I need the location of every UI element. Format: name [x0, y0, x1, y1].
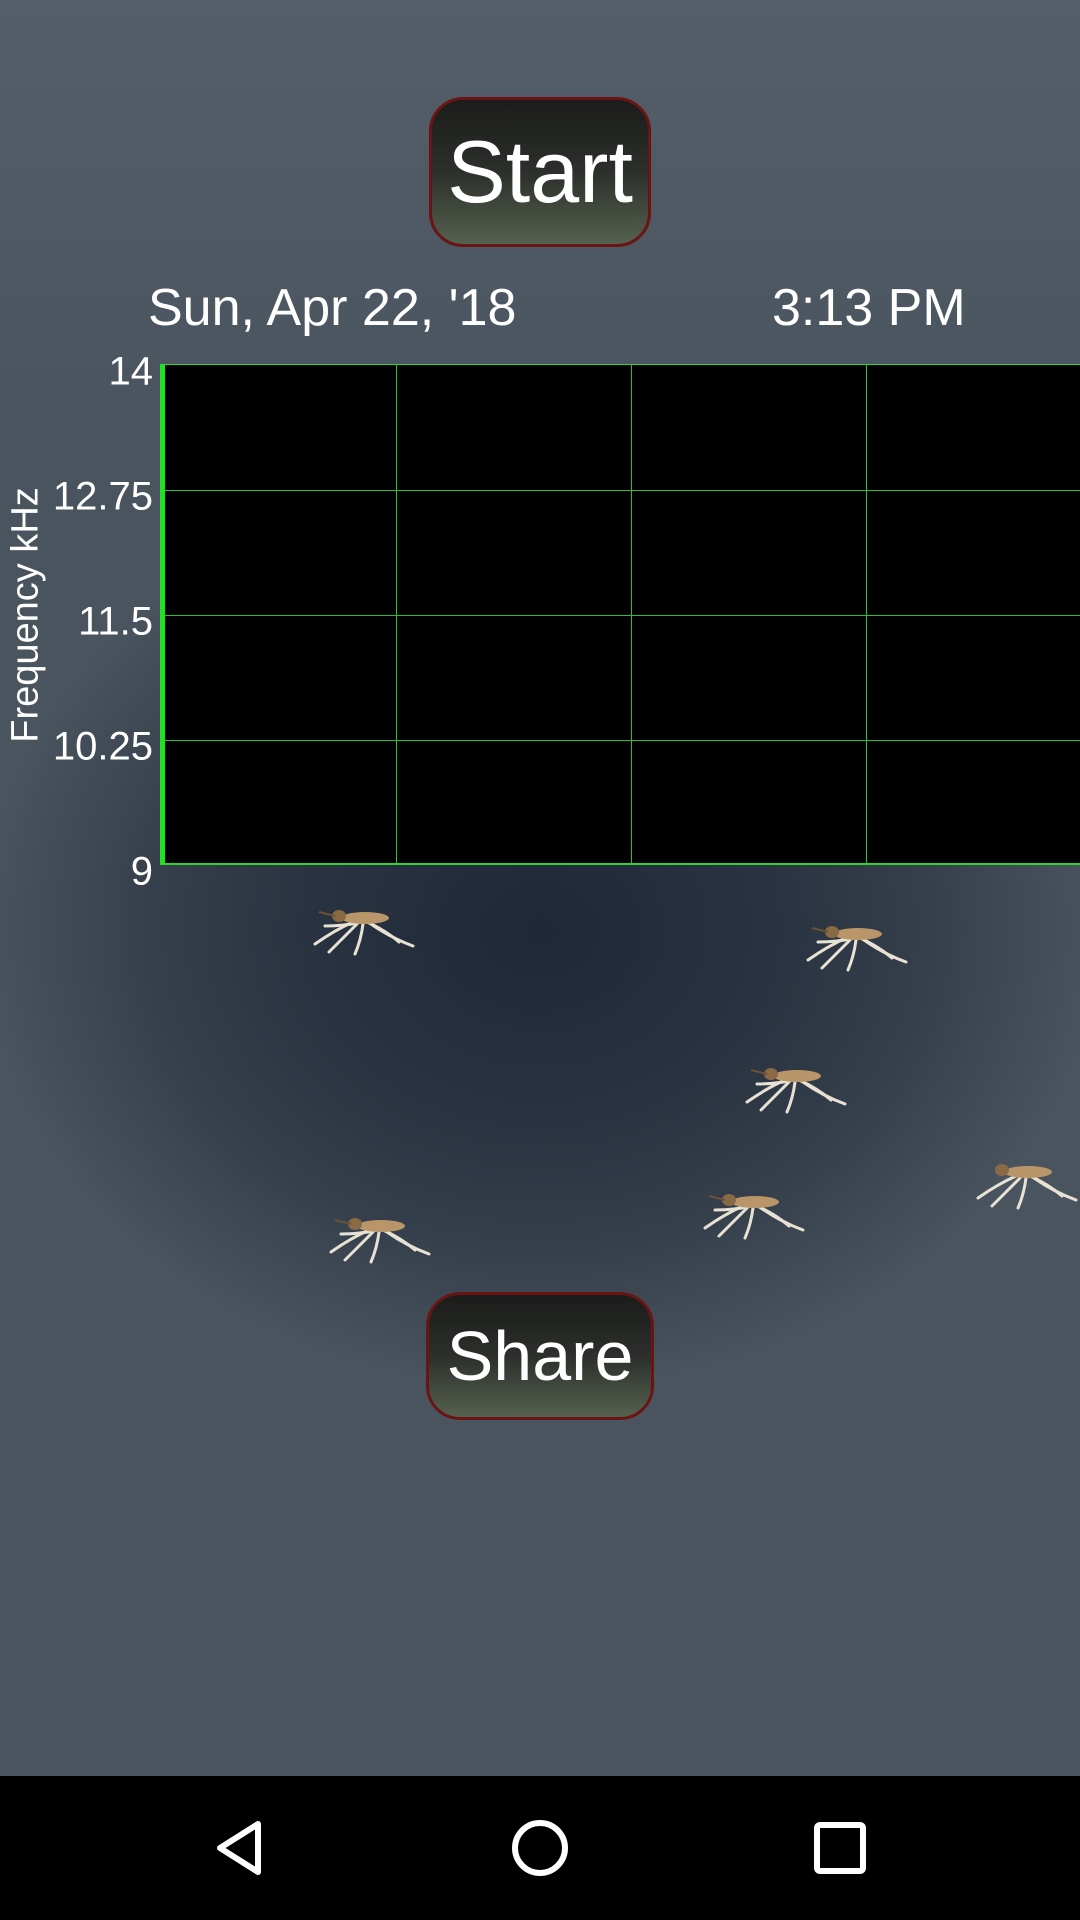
mosquito-icon: [329, 1218, 431, 1264]
back-icon: [217, 1821, 261, 1875]
mosquito-icon: [313, 910, 415, 956]
y-tick-label: 11.5: [78, 599, 153, 644]
recents-icon: [814, 1822, 866, 1874]
mosquito-icon: [976, 1164, 1078, 1210]
start-button[interactable]: Start: [429, 97, 651, 247]
grid-line: [165, 740, 1080, 741]
frequency-plot: [160, 364, 1080, 865]
time-label: 3:13 PM: [772, 279, 966, 337]
mosquito-icon: [806, 926, 908, 972]
y-tick-label: 12.75: [52, 474, 153, 519]
grid-line: [165, 615, 1080, 616]
mosquito-icon: [703, 1194, 805, 1240]
home-icon: [512, 1820, 568, 1876]
nav-back-button[interactable]: [186, 1794, 294, 1902]
nav-recents-button[interactable]: [786, 1794, 894, 1902]
y-tick-label: 14: [108, 349, 154, 394]
nav-home-button[interactable]: [486, 1794, 594, 1902]
system-navigation-bar: [0, 1776, 1080, 1920]
grid-line: [866, 365, 867, 863]
grid-line: [396, 365, 397, 863]
share-button[interactable]: Share: [426, 1292, 654, 1420]
y-tick-label: 9: [130, 849, 153, 894]
y-axis-label: Frequency kHz: [4, 487, 47, 743]
date-label: Sun, Apr 22, '18: [148, 279, 517, 337]
mosquito-icon: [745, 1068, 847, 1114]
y-tick-label: 10.25: [52, 724, 153, 769]
grid-line: [631, 365, 632, 863]
grid-line: [165, 490, 1080, 491]
